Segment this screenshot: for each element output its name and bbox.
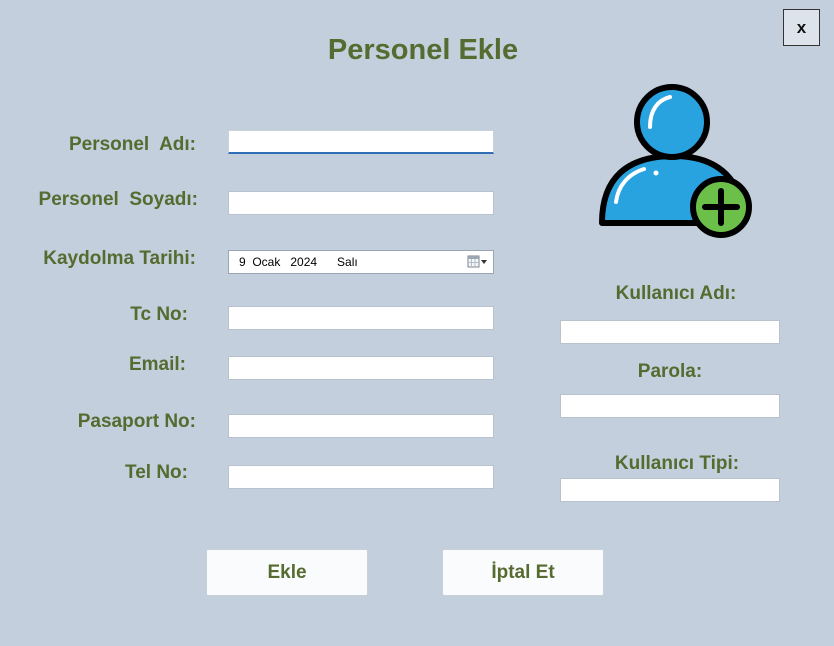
username-label: Kullanıcı Adı:: [615, 283, 737, 304]
register-date-value: 9 Ocak 2024 Salı: [239, 255, 358, 269]
calendar-dropdown-icon[interactable]: [463, 251, 493, 273]
close-button[interactable]: x: [783, 9, 820, 46]
passport-label: Pasaport No:: [77, 411, 196, 432]
page-title: Personel Ekle: [327, 34, 519, 66]
last-name-label: Personel Soyadı:: [38, 189, 198, 210]
user-type-label: Kullanıcı Tipi:: [614, 453, 740, 474]
phone-input[interactable]: [228, 465, 494, 489]
register-date-picker[interactable]: 9 Ocak 2024 Salı: [228, 250, 494, 274]
password-input[interactable]: [560, 394, 780, 418]
register-date-label: Kaydolma Tarihi:: [43, 248, 196, 269]
username-input[interactable]: [560, 320, 780, 344]
last-name-input[interactable]: [228, 191, 494, 215]
add-user-icon: [598, 82, 754, 238]
password-label: Parola:: [637, 361, 703, 382]
phone-label: Tel No:: [125, 462, 188, 483]
add-button[interactable]: Ekle: [206, 549, 368, 596]
user-type-input[interactable]: [560, 478, 780, 502]
first-name-label: Personel Adı:: [68, 134, 196, 155]
tc-label: Tc No:: [130, 304, 188, 325]
email-input[interactable]: [228, 356, 494, 380]
passport-input[interactable]: [228, 414, 494, 438]
cancel-button[interactable]: İptal Et: [442, 549, 604, 596]
tc-input[interactable]: [228, 306, 494, 330]
first-name-input[interactable]: [228, 130, 494, 154]
email-label: Email:: [128, 354, 186, 375]
